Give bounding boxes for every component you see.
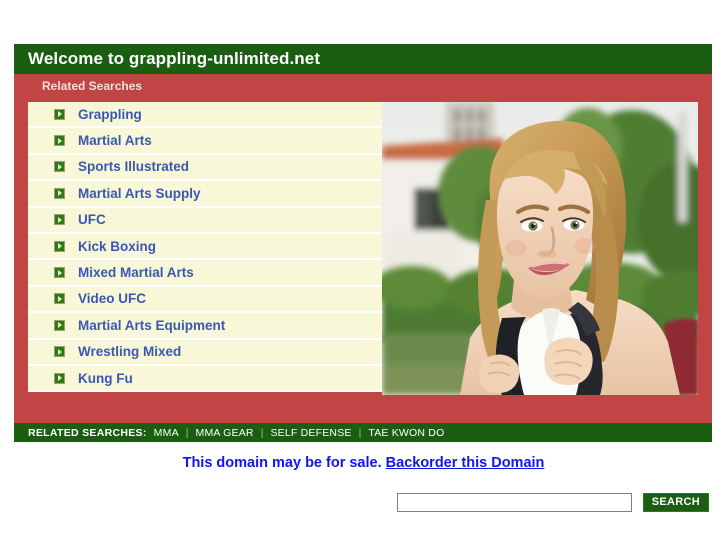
bottom-term-self-defense[interactable]: SELF DEFENSE <box>270 427 351 439</box>
content-frame: Welcome to grappling-unlimited.net Relat… <box>14 44 712 512</box>
separator: | <box>260 426 264 439</box>
related-searches-header: Related Searches <box>14 74 712 99</box>
arrow-bullet-icon <box>54 267 65 279</box>
list-item[interactable]: Martial Arts <box>28 128 384 155</box>
list-item-label: UFC <box>78 212 106 228</box>
arrow-bullet-icon <box>54 214 65 226</box>
bottom-term-mma[interactable]: MMA <box>154 427 179 439</box>
related-searches-list: Grappling Martial Arts Sports Illustrate… <box>28 102 384 393</box>
list-item-label: Wrestling Mixed <box>78 344 182 360</box>
list-item[interactable]: Mixed Martial Arts <box>28 260 384 287</box>
list-item-label: Grappling <box>78 106 142 122</box>
bottom-related-searches-label: RELATED SEARCHES: <box>28 426 147 439</box>
list-item-label: Video UFC <box>78 291 147 307</box>
search-form: SEARCH <box>397 491 709 513</box>
arrow-bullet-icon <box>54 319 65 331</box>
bottom-term-tae-kwon-do[interactable]: TAE KWON DO <box>368 427 444 439</box>
list-item-label: Martial Arts Equipment <box>78 317 226 333</box>
bottom-term-mma-gear[interactable]: MMA GEAR <box>196 427 254 439</box>
list-item-label: Kung Fu <box>78 370 133 386</box>
arrow-bullet-icon <box>54 293 65 305</box>
list-item[interactable]: Martial Arts Supply <box>28 181 384 208</box>
bottom-related-searches-bar: RELATED SEARCHES: MMA | MMA GEAR | SELF … <box>14 423 712 442</box>
arrow-bullet-icon <box>54 108 65 120</box>
list-item[interactable]: Sports Illustrated <box>28 154 384 182</box>
list-item-label: Kick Boxing <box>78 238 157 254</box>
search-input[interactable] <box>397 492 632 512</box>
arrow-bullet-icon <box>54 187 65 199</box>
list-item[interactable]: UFC <box>28 207 384 234</box>
list-item[interactable]: Grappling <box>28 102 384 129</box>
separator: | <box>358 426 362 439</box>
search-button[interactable]: SEARCH <box>642 492 709 512</box>
page-title: Welcome to grappling-unlimited.net <box>14 44 712 74</box>
arrow-bullet-icon <box>54 161 65 173</box>
list-item-label: Martial Arts <box>78 133 152 149</box>
backorder-domain-link[interactable]: Backorder this Domain <box>386 455 545 471</box>
hero-photo <box>382 102 698 395</box>
arrow-bullet-icon <box>54 346 65 358</box>
list-item[interactable]: Kick Boxing <box>28 233 384 261</box>
page-root: Welcome to grappling-unlimited.net Relat… <box>0 0 727 545</box>
list-item[interactable]: Kung Fu <box>28 365 384 393</box>
list-item[interactable]: Wrestling Mixed <box>28 339 384 366</box>
separator: | <box>185 426 189 439</box>
list-item-label: Mixed Martial Arts <box>78 265 194 281</box>
domain-for-sale-text: This domain may be for sale. <box>182 455 382 471</box>
list-item-label: Martial Arts Supply <box>78 185 201 201</box>
list-item-label: Sports Illustrated <box>78 159 190 175</box>
list-item[interactable]: Video UFC <box>28 286 384 314</box>
body-area: Grappling Martial Arts Sports Illustrate… <box>14 99 712 512</box>
list-item[interactable]: Martial Arts Equipment <box>28 313 384 340</box>
arrow-bullet-icon <box>54 372 65 384</box>
footer: This domain may be for sale. Backorder t… <box>0 455 727 471</box>
arrow-bullet-icon <box>54 135 65 147</box>
arrow-bullet-icon <box>54 240 65 252</box>
